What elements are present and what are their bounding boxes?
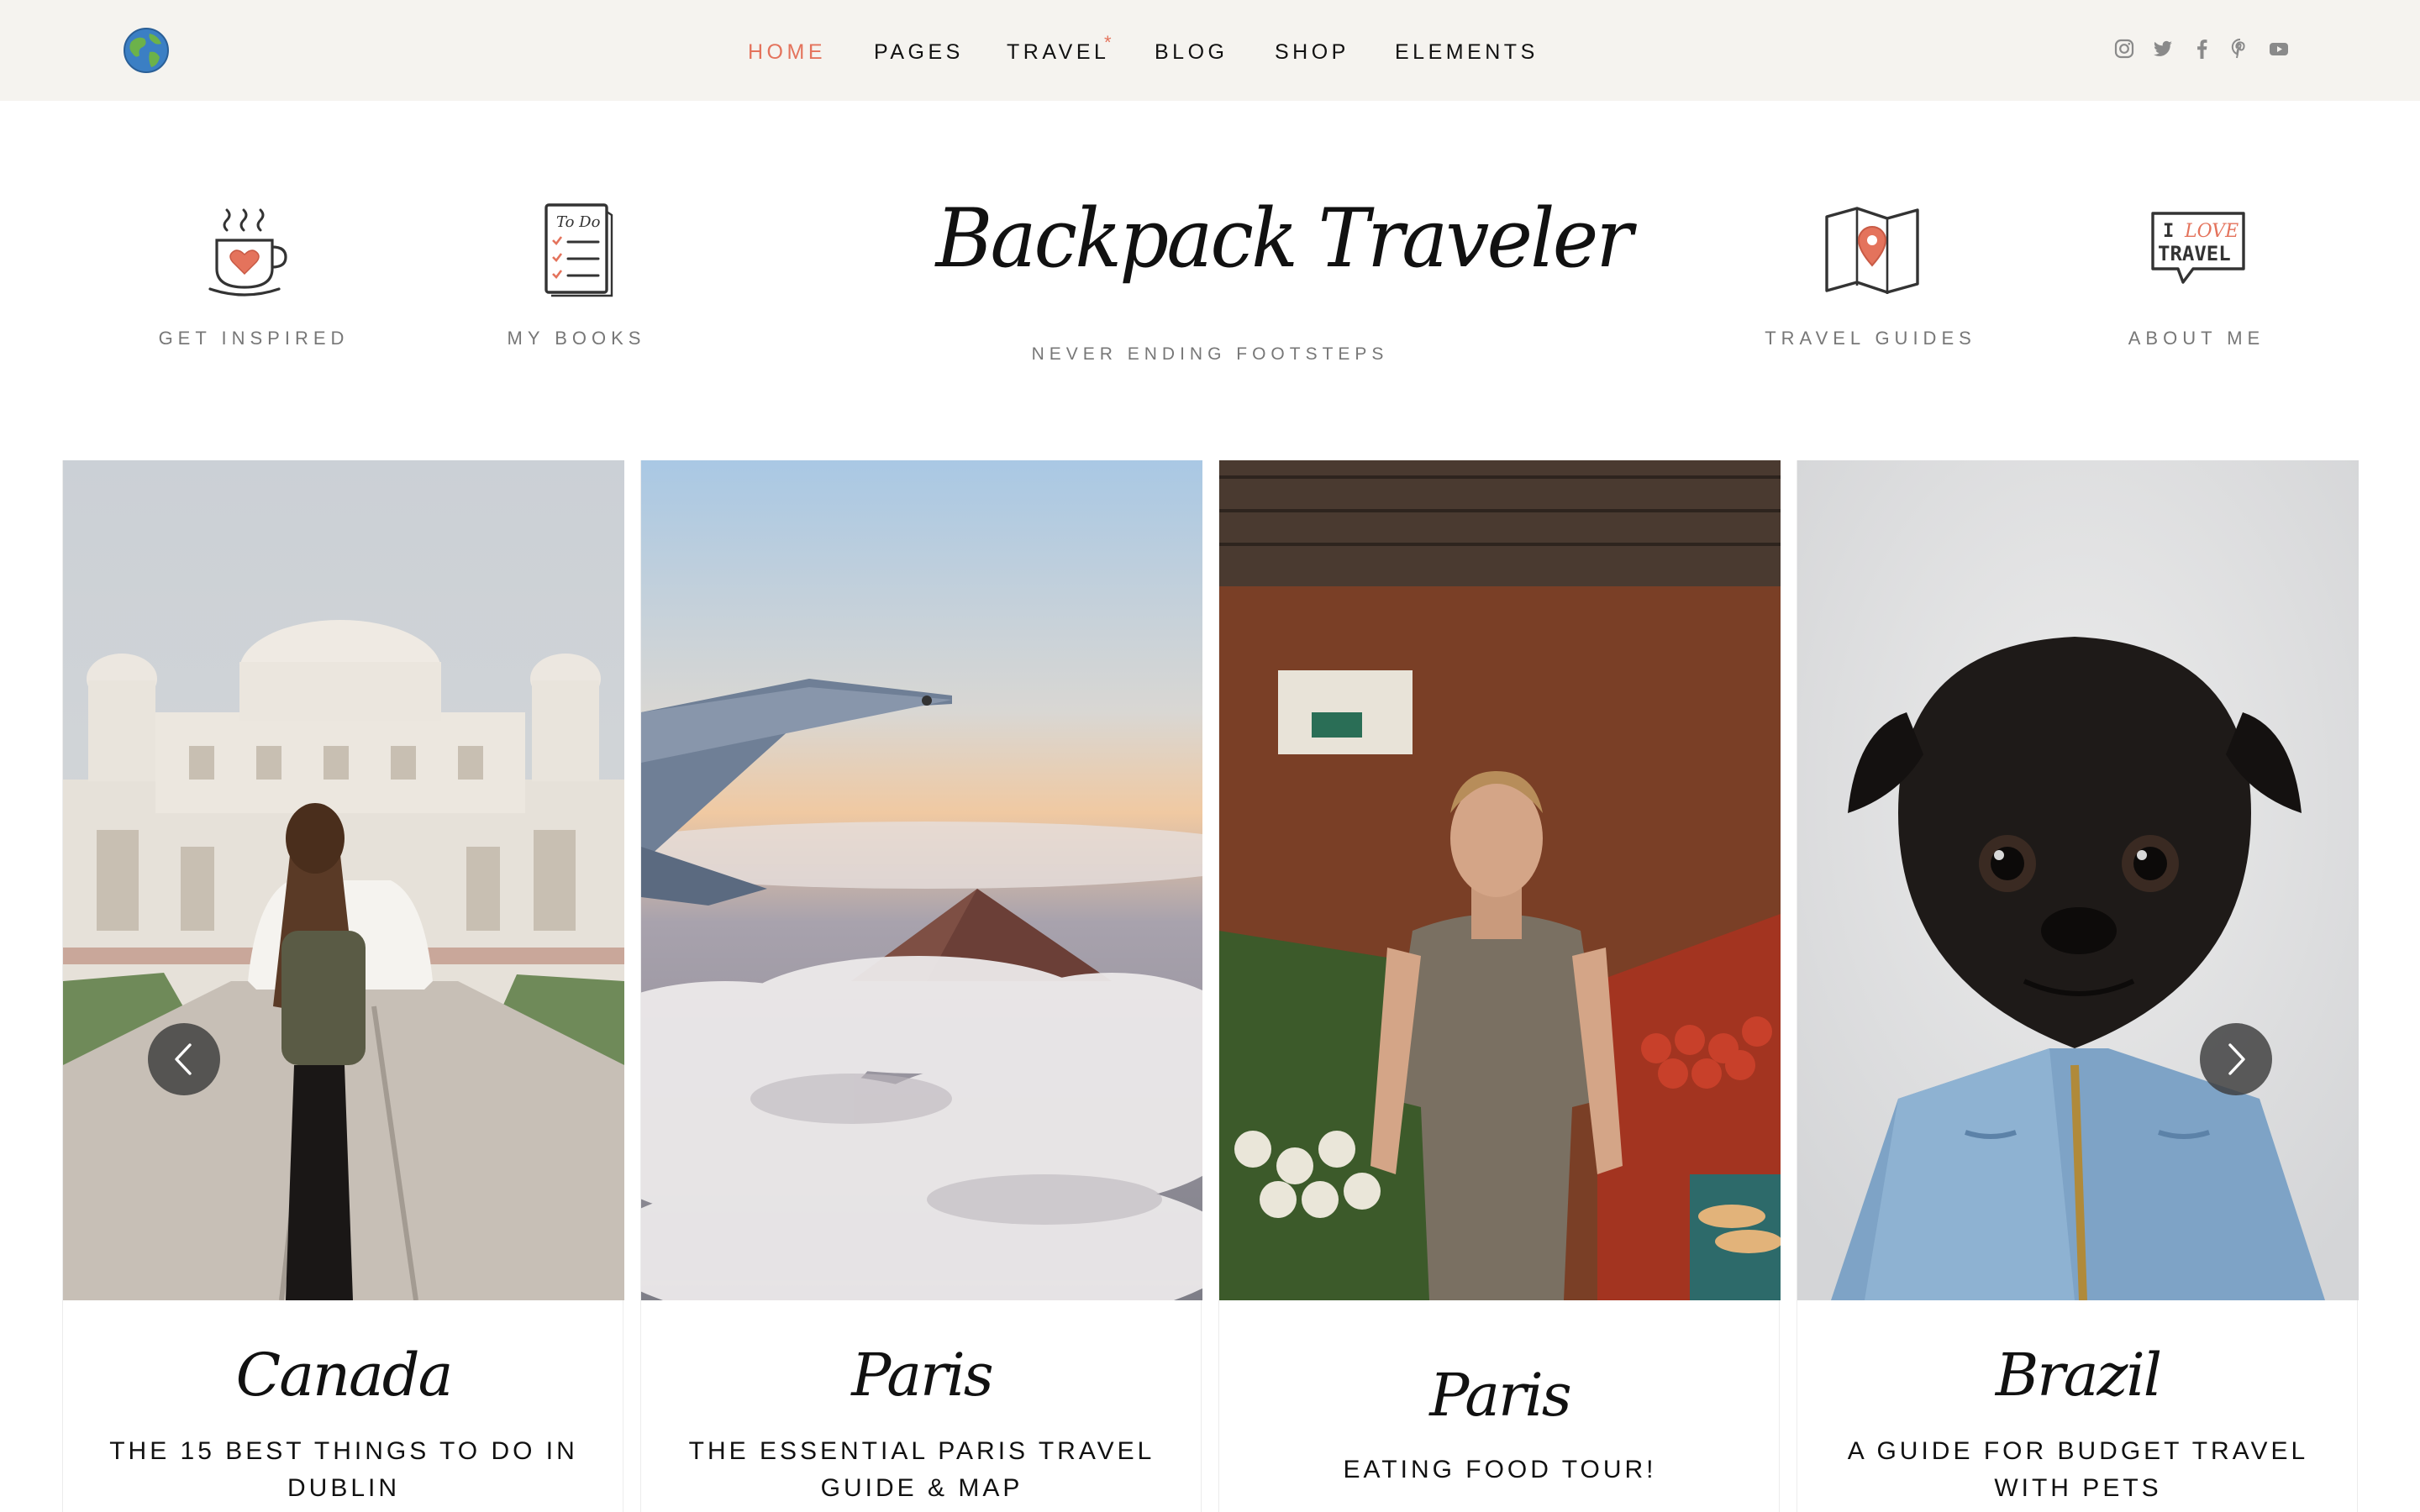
i-love-travel-sign-icon: I LOVE TRAVEL (2151, 212, 2245, 284)
nav-item-travel[interactable]: TRAVEL (1007, 40, 1109, 65)
post-image-airplane-volcano[interactable] (641, 460, 1202, 1300)
todo-icon-text: To Do (556, 213, 601, 231)
svg-text:I: I (2163, 221, 2174, 242)
top-bar: HOME PAGES TRAVEL * BLOG SHOP ELEMENTS (0, 0, 2420, 101)
nav-item-pages[interactable]: PAGES (874, 40, 964, 65)
post-location[interactable]: Paris (641, 1341, 1202, 1410)
feature-label: TRAVEL GUIDES (1765, 328, 1976, 349)
post-card[interactable]: Brazil A GUIDE FOR BUDGET TRAVEL WITH PE… (1797, 460, 2359, 1512)
chevron-right-icon (2228, 1043, 2245, 1075)
nav-item-home[interactable]: HOME (748, 40, 826, 65)
chevron-left-icon (175, 1043, 192, 1075)
site-tagline: NEVER ENDING FOOTSTEPS (1031, 344, 1389, 364)
post-location[interactable]: Brazil (1797, 1341, 2359, 1410)
main-nav: HOME PAGES TRAVEL * BLOG SHOP ELEMENTS (0, 0, 2420, 101)
slider-next-button[interactable] (2200, 1023, 2272, 1095)
post-image-man-at-market[interactable] (1219, 460, 1781, 1300)
nav-star-icon: * (1104, 32, 1112, 53)
post-card[interactable]: Paris THE ESSENTIAL PARIS TRAVEL GUIDE &… (640, 460, 1202, 1512)
todo-list-icon: To Do (544, 203, 613, 297)
twitter-icon[interactable] (2151, 37, 2175, 62)
pinterest-icon[interactable] (2228, 37, 2252, 62)
post-title[interactable]: A GUIDE FOR BUDGET TRAVEL WITH PETS (1831, 1433, 2325, 1507)
post-card[interactable]: Paris EATING FOOD TOUR! (1218, 460, 1781, 1512)
nav-item-elements[interactable]: ELEMENTS (1395, 40, 1539, 65)
nav-item-shop[interactable]: SHOP (1275, 40, 1349, 65)
slider-prev-button[interactable] (148, 1023, 220, 1095)
svg-text:TRAVEL: TRAVEL (2158, 242, 2231, 265)
post-card[interactable]: Canada THE 15 BEST THINGS TO DO IN DUBLI… (62, 460, 624, 1512)
nav-item-blog[interactable]: BLOG (1155, 40, 1228, 65)
site-logo[interactable]: Backpack Traveler (924, 185, 1634, 328)
facebook-icon[interactable] (2191, 37, 2214, 62)
post-location[interactable]: Canada (63, 1341, 624, 1410)
post-title[interactable]: THE 15 BEST THINGS TO DO IN DUBLIN (97, 1433, 591, 1507)
youtube-icon[interactable] (2267, 37, 2291, 62)
post-title[interactable]: THE ESSENTIAL PARIS TRAVEL GUIDE & MAP (675, 1433, 1169, 1507)
feature-label: ABOUT ME (2128, 328, 2265, 349)
logo-text: Backpack Traveler (935, 192, 1634, 286)
svg-text:LOVE: LOVE (2184, 221, 2238, 242)
post-image-woman-at-palace[interactable] (63, 460, 624, 1300)
map-pin-icon (1825, 207, 1919, 294)
coffee-cup-icon (208, 208, 287, 297)
post-title[interactable]: EATING FOOD TOUR! (1253, 1452, 1747, 1488)
post-image-pug-in-denim[interactable] (1797, 460, 2359, 1300)
feature-label: GET INSPIRED (158, 328, 350, 349)
feature-label: MY BOOKS (507, 328, 646, 349)
post-location[interactable]: Paris (1219, 1361, 1781, 1430)
instagram-icon[interactable] (2112, 37, 2136, 62)
